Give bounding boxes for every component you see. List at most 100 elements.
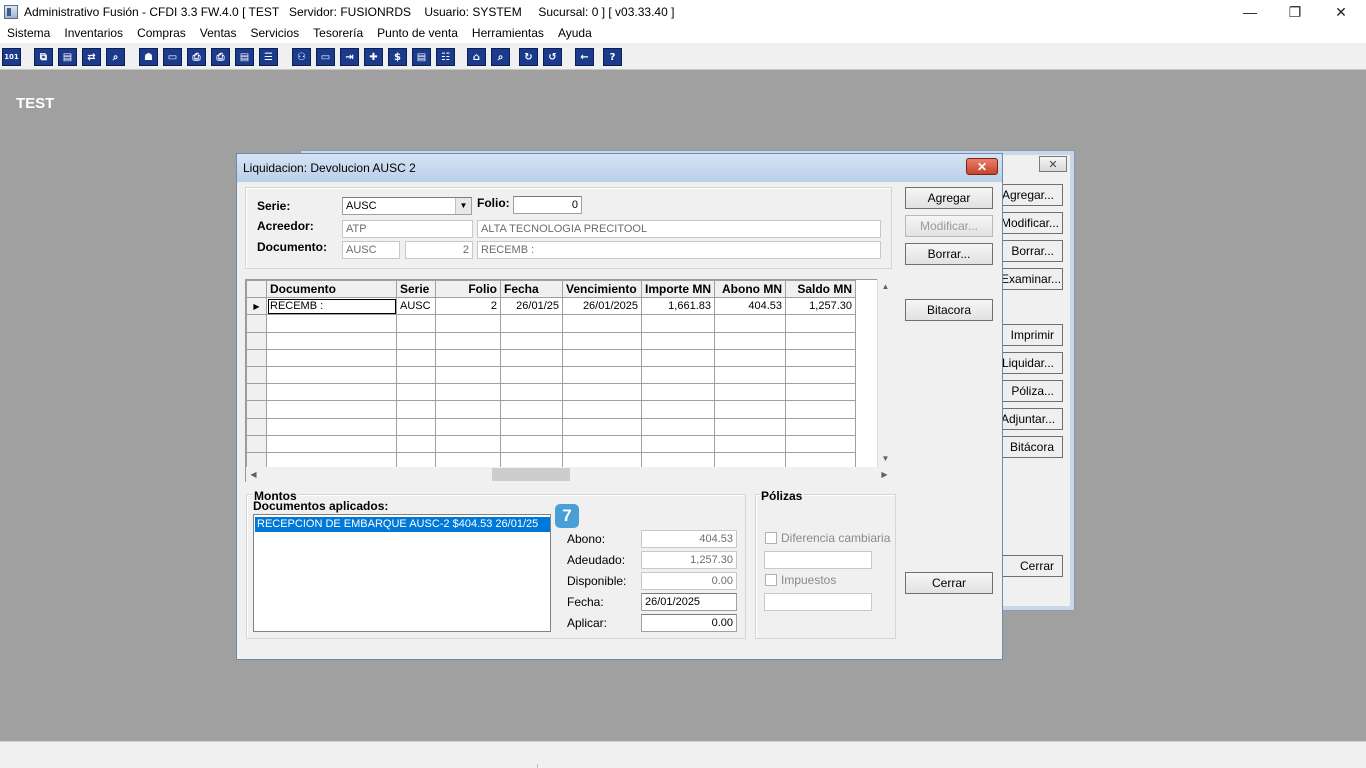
diferencia-checkbox[interactable] (765, 532, 777, 544)
table-cell[interactable] (562, 365, 642, 385)
maximize-button[interactable]: ❐ (1272, 0, 1318, 24)
copy-icon[interactable]: ⧉ (34, 48, 53, 66)
print-preview-icon[interactable]: ⎙ (187, 48, 206, 66)
table-cell[interactable] (396, 417, 436, 436)
minimize-button[interactable]: — (1227, 0, 1273, 24)
back-modificar-button[interactable]: Modificar... (1000, 212, 1063, 234)
documento-folio-field[interactable]: 2 (405, 241, 473, 259)
table-cell[interactable] (396, 434, 436, 453)
chevron-down-icon[interactable]: ▼ (455, 198, 471, 214)
disponible-field[interactable]: 0.00 (641, 572, 737, 590)
serie-combo[interactable]: AUSC ▼ (342, 197, 472, 215)
table-cell[interactable] (396, 314, 436, 333)
abono-field[interactable]: 404.53 (641, 530, 737, 548)
table-cell[interactable]: 1,661.83 (641, 297, 715, 316)
table-cell[interactable] (435, 331, 501, 350)
back-borrar-button[interactable]: Borrar... (1000, 240, 1063, 262)
table-cell[interactable] (266, 314, 397, 333)
table-row[interactable] (246, 314, 856, 333)
zoom-icon[interactable]: ⌕ (491, 48, 510, 66)
table-row[interactable] (246, 331, 856, 350)
table-cell[interactable]: 26/01/2025 (562, 297, 642, 316)
close-button[interactable]: ✕ (1318, 0, 1364, 24)
background-window-close-button[interactable]: ✕ (1039, 156, 1067, 172)
table-cell[interactable] (785, 434, 856, 453)
cerrar-button[interactable]: Cerrar (905, 572, 993, 594)
table-cell[interactable] (500, 400, 563, 419)
user-icon[interactable]: ☗ (139, 48, 158, 66)
table-icon[interactable]: ☷ (436, 48, 455, 66)
table-cell[interactable] (435, 348, 501, 367)
table-cell[interactable] (435, 400, 501, 419)
table-cell[interactable] (562, 331, 642, 350)
undo-icon[interactable]: ↺ (543, 48, 562, 66)
table-row[interactable] (246, 400, 856, 419)
row-indicator[interactable] (246, 314, 267, 333)
table-cell[interactable] (714, 365, 786, 385)
table-cell[interactable] (500, 348, 563, 367)
menu-tesorería[interactable]: Tesorería (306, 24, 370, 43)
back-examinar-button[interactable]: Examinar... (1000, 268, 1063, 290)
table-cell[interactable] (785, 400, 856, 419)
table-cell[interactable]: 1,257.30 (785, 297, 856, 316)
card-icon[interactable]: ▭ (316, 48, 335, 66)
adeudado-field[interactable]: 1,257.30 (641, 551, 737, 569)
table-cell[interactable] (641, 314, 715, 333)
back-liquidar-button[interactable]: Liquidar... (1000, 352, 1063, 374)
row-indicator[interactable] (246, 348, 267, 367)
table-cell[interactable] (785, 417, 856, 436)
table-cell[interactable] (266, 348, 397, 367)
table-cell[interactable] (785, 383, 856, 402)
help-icon[interactable]: ? (603, 48, 622, 66)
table-cell[interactable]: 26/01/25 (500, 297, 563, 316)
table-cell[interactable] (714, 331, 786, 350)
search-icon[interactable]: ⌕ (106, 48, 125, 66)
acreedor-code-field[interactable]: ATP (342, 220, 473, 238)
table-cell[interactable] (785, 348, 856, 367)
menu-ayuda[interactable]: Ayuda (551, 24, 599, 43)
table-cell[interactable] (714, 314, 786, 333)
impuestos-checkbox[interactable] (765, 574, 777, 586)
scroll-left-icon[interactable]: ◀ (246, 467, 261, 482)
dollar-icon[interactable]: $ (388, 48, 407, 66)
table-cell[interactable] (714, 400, 786, 419)
row-indicator[interactable] (246, 417, 267, 436)
column-header-importe-mn[interactable]: Importe MN (641, 280, 715, 299)
menu-ventas[interactable]: Ventas (193, 24, 244, 43)
table-cell[interactable] (641, 331, 715, 350)
table-cell[interactable] (562, 383, 642, 402)
refresh-icon[interactable]: ↻ (519, 48, 538, 66)
table-cell[interactable] (266, 365, 397, 385)
table-cell[interactable] (562, 400, 642, 419)
menu-compras[interactable]: Compras (130, 24, 193, 43)
scroll-down-icon[interactable]: ▼ (878, 451, 893, 466)
table-cell[interactable] (435, 365, 501, 385)
column-header-fecha[interactable]: Fecha (500, 280, 563, 299)
table-cell[interactable] (500, 314, 563, 333)
row-indicator[interactable] (246, 434, 267, 453)
table-cell[interactable] (266, 331, 397, 350)
table-cell[interactable] (785, 365, 856, 385)
table-cell[interactable] (641, 400, 715, 419)
table-cell[interactable] (562, 417, 642, 436)
grid-vertical-scrollbar[interactable]: ▲ ▼ (877, 279, 892, 467)
back-imprimir-button[interactable]: Imprimir (1000, 324, 1063, 346)
table-cell[interactable] (785, 314, 856, 333)
table-cell[interactable]: RECEMB : (266, 297, 397, 316)
table-cell[interactable] (500, 434, 563, 453)
back-adjuntar-button[interactable]: Adjuntar... (1000, 408, 1063, 430)
table-cell[interactable] (641, 417, 715, 436)
table-cell[interactable]: 404.53 (714, 297, 786, 316)
table-cell[interactable] (266, 417, 397, 436)
applied-docs-list[interactable]: RECEPCION DE EMBARQUE AUSC-2 $404.53 26/… (253, 514, 551, 632)
table-cell[interactable] (500, 383, 563, 402)
scroll-up-icon[interactable]: ▲ (878, 279, 893, 294)
list-icon[interactable]: ☰ (259, 48, 278, 66)
column-header-folio[interactable]: Folio (435, 280, 501, 299)
row-indicator[interactable] (246, 400, 267, 419)
column-header-vencimiento[interactable]: Vencimiento (562, 280, 642, 299)
table-row[interactable]: ▶ RECEMB : AUSC 2 26/01/25 26/01/2025 1,661.83… (246, 297, 856, 316)
menu-servicios[interactable]: Servicios (243, 24, 306, 43)
back-agregar-button[interactable]: Agregar... (1000, 184, 1063, 206)
table-cell[interactable] (714, 383, 786, 402)
